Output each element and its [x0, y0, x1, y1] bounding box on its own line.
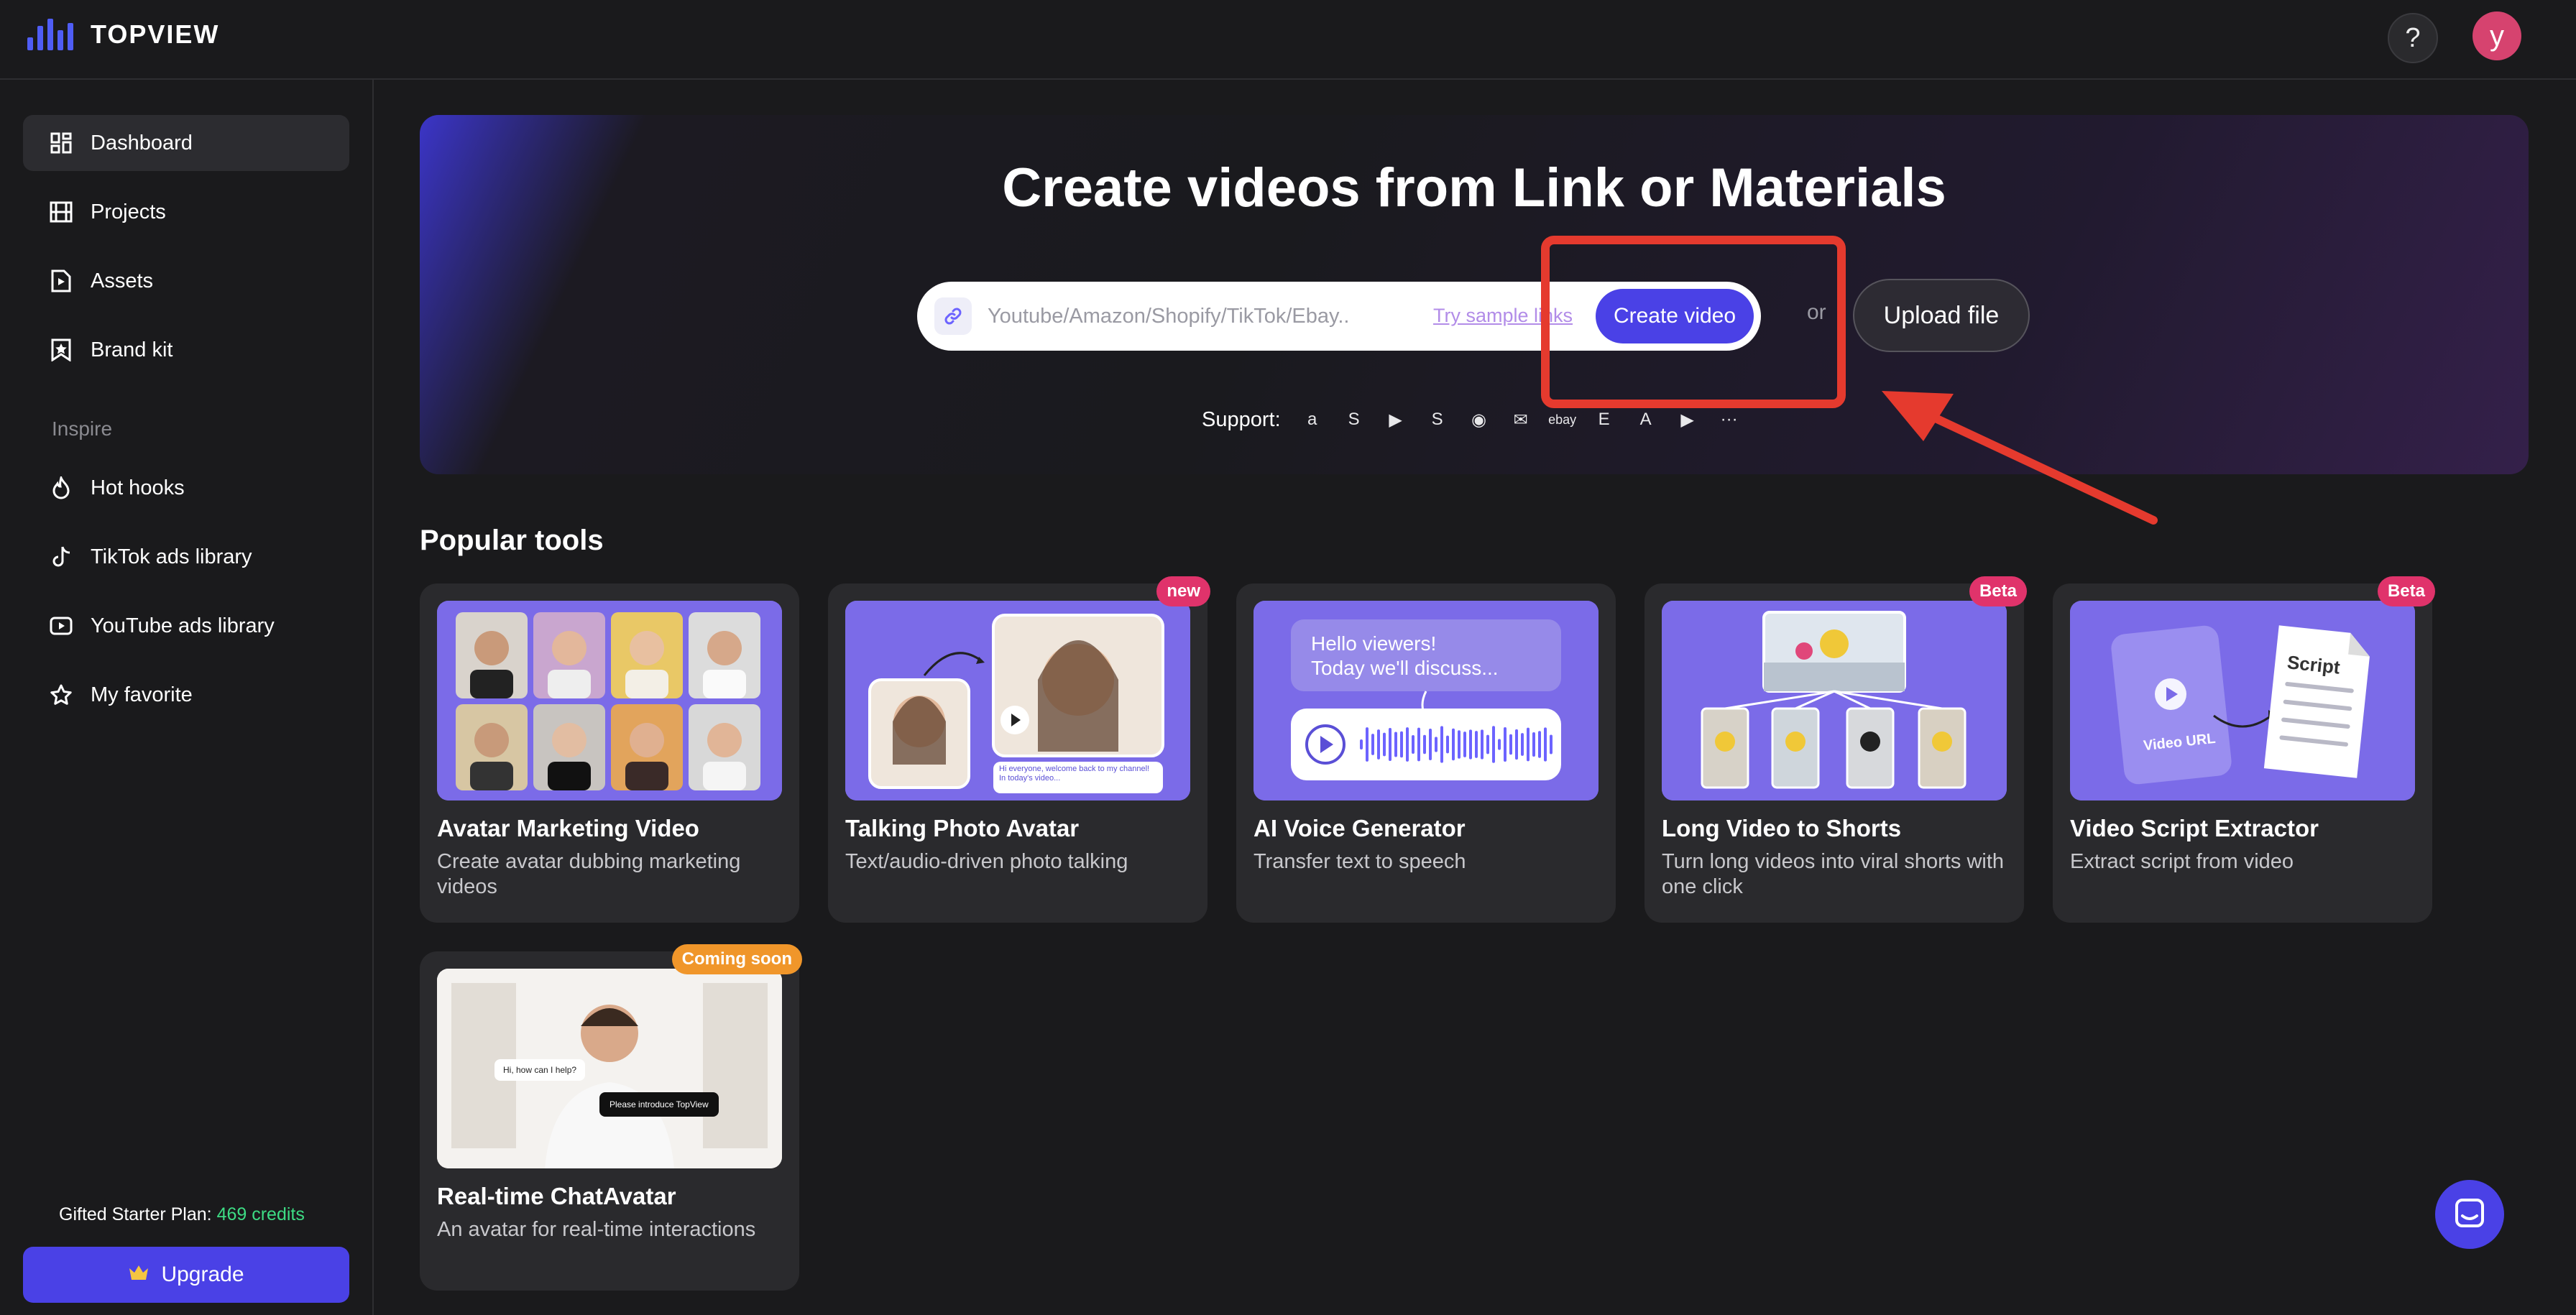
- sidebar-item-projects[interactable]: Projects: [23, 184, 349, 240]
- sidebar-item-label: Projects: [91, 200, 166, 223]
- app-name: TOPVIEW: [91, 19, 220, 49]
- upgrade-button[interactable]: Upgrade: [23, 1247, 349, 1303]
- tool-card-description: Turn long videos into viral shorts with …: [1662, 850, 2005, 898]
- google-play-icon: ▶: [1680, 410, 1694, 430]
- sidebar: Dashboard Projects Assets Brand kit Insp…: [0, 80, 374, 1315]
- talking-photo-thumbnail: Hi everyone, welcome back to my channel!…: [845, 601, 1190, 800]
- user-avatar[interactable]: y: [2472, 11, 2521, 60]
- voice-text-line-1: Hello viewers!: [1311, 632, 1437, 655]
- ebay-icon: ebay: [1548, 412, 1577, 427]
- tool-card-description: Create avatar dubbing marketing videos: [437, 850, 741, 898]
- sidebar-item-label: Assets: [91, 269, 154, 292]
- app-logo[interactable]: TOPVIEW: [27, 19, 219, 50]
- shopify-icon: S: [1348, 410, 1360, 429]
- sidebar-item-tiktok-ads-library[interactable]: TikTok ads library: [23, 529, 349, 585]
- amazon-icon: a: [1307, 410, 1317, 429]
- badge-beta: Beta: [2377, 576, 2435, 606]
- top-bar: TOPVIEW ? y: [0, 0, 2576, 80]
- chat-bubble-1: Hi, how can I help?: [494, 1059, 586, 1081]
- upload-file-button[interactable]: Upload file: [1853, 279, 2030, 352]
- sidebar-item-label: Hot hooks: [91, 476, 185, 499]
- plan-label: Gifted Starter Plan:: [59, 1204, 212, 1224]
- tiktok-icon: [49, 545, 73, 569]
- script-extractor-thumbnail: Script Video URL: [2070, 601, 2415, 800]
- tool-card-avatar-marketing-video[interactable]: Avatar Marketing Video Create avatar dub…: [420, 583, 799, 923]
- tool-card-ai-voice-generator[interactable]: Hello viewers! Today we'll discuss... AI…: [1236, 583, 1616, 923]
- chatavatar-thumbnail: Hi, how can I help? Please introduce Top…: [437, 969, 782, 1168]
- star-icon: [49, 683, 73, 707]
- supported-platforms: Support: a S ▶ S ◉ ✉ ebay E A ▶ ···: [1202, 404, 1745, 435]
- tool-card-real-time-chatavatar[interactable]: Hi, how can I help? Please introduce Top…: [420, 944, 802, 1291]
- shopping-bag-icon: S: [1431, 410, 1443, 429]
- youtube-icon: [49, 614, 73, 638]
- chat-bubble-2: Please introduce TopView: [599, 1092, 719, 1117]
- tool-card-title: Real-time ChatAvatar: [437, 1183, 676, 1209]
- avatar-grid-thumbnail: [437, 601, 782, 800]
- sidebar-item-youtube-ads-library[interactable]: YouTube ads library: [23, 598, 349, 654]
- tool-card-video-script-extractor[interactable]: Script Video URL Beta Video Script Extra…: [2053, 576, 2435, 923]
- talking-caption: Hi everyone, welcome back to my channel!…: [999, 765, 1150, 783]
- tool-card-long-video-to-shorts[interactable]: Beta Long Video to Shorts Turn long vide…: [1644, 576, 2027, 923]
- sidebar-item-brand-kit[interactable]: Brand kit: [23, 322, 349, 378]
- more-platforms-icon: ···: [1720, 410, 1738, 429]
- credits-count: 469 credits: [216, 1204, 305, 1224]
- shopline-icon: ◉: [1471, 410, 1487, 430]
- film-icon: [49, 200, 73, 224]
- link-icon: [934, 297, 972, 335]
- app-store-icon: A: [1639, 410, 1652, 429]
- sidebar-item-label: Brand kit: [91, 338, 173, 361]
- sidebar-item-label: Dashboard: [91, 131, 193, 154]
- badge-coming-soon: Coming soon: [671, 944, 802, 974]
- badge-new: new: [1156, 576, 1210, 606]
- tool-card-title: Avatar Marketing Video: [437, 815, 699, 841]
- tool-card-description: Extract script from video: [2070, 850, 2294, 873]
- link-input[interactable]: [988, 296, 1390, 336]
- tool-card-title: Long Video to Shorts: [1662, 815, 1902, 841]
- bookmark-star-icon: [49, 338, 73, 362]
- dashboard-icon: [49, 131, 73, 155]
- sidebar-item-label: TikTok ads library: [91, 545, 252, 568]
- sidebar-item-assets[interactable]: Assets: [23, 253, 349, 309]
- annotation-highlight-box: [1541, 236, 1846, 408]
- upgrade-label: Upgrade: [161, 1263, 244, 1286]
- tool-card-title: AI Voice Generator: [1254, 815, 1466, 841]
- tool-card-title: Video Script Extractor: [2070, 815, 2319, 841]
- youtube-icon: ▶: [1389, 410, 1402, 430]
- chat-icon: [2454, 1197, 2485, 1232]
- mail-icon: ✉: [1513, 410, 1528, 430]
- long-video-thumbnail: [1662, 601, 2007, 800]
- flame-icon: [49, 476, 73, 500]
- voice-generator-thumbnail: Hello viewers! Today we'll discuss...: [1254, 601, 1598, 800]
- crown-icon: [128, 1263, 150, 1287]
- tool-card-description: An avatar for real-time interactions: [437, 1218, 756, 1241]
- popular-tools-title: Popular tools: [420, 525, 604, 556]
- support-label: Support:: [1202, 407, 1281, 431]
- sidebar-item-label: YouTube ads library: [91, 614, 275, 637]
- plan-info: Gifted Starter Plan: 469 credits: [59, 1204, 305, 1225]
- sidebar-item-hot-hooks[interactable]: Hot hooks: [23, 460, 349, 516]
- file-play-icon: [49, 269, 73, 293]
- tool-card-title: Talking Photo Avatar: [845, 815, 1080, 841]
- voice-text-line-2: Today we'll discuss...: [1311, 657, 1499, 679]
- sidebar-section-inspire: Inspire: [52, 417, 113, 440]
- tool-card-talking-photo-avatar[interactable]: Hi everyone, welcome back to my channel!…: [828, 576, 1210, 923]
- sidebar-item-label: My favorite: [91, 683, 193, 706]
- tool-card-description: Text/audio-driven photo talking: [845, 850, 1128, 873]
- sidebar-item-my-favorite[interactable]: My favorite: [23, 667, 349, 723]
- tool-card-description: Transfer text to speech: [1254, 850, 1466, 873]
- hero-banner: Create videos from Link or Materials Try…: [420, 115, 2529, 474]
- sidebar-item-dashboard[interactable]: Dashboard: [23, 115, 349, 171]
- support-chat-button[interactable]: [2435, 1180, 2504, 1249]
- logo-mark-icon: [27, 19, 79, 50]
- help-button[interactable]: ?: [2388, 13, 2438, 63]
- etsy-icon: E: [1598, 410, 1610, 429]
- badge-beta: Beta: [1969, 576, 2027, 606]
- hero-title: Create videos from Link or Materials: [1002, 157, 1946, 218]
